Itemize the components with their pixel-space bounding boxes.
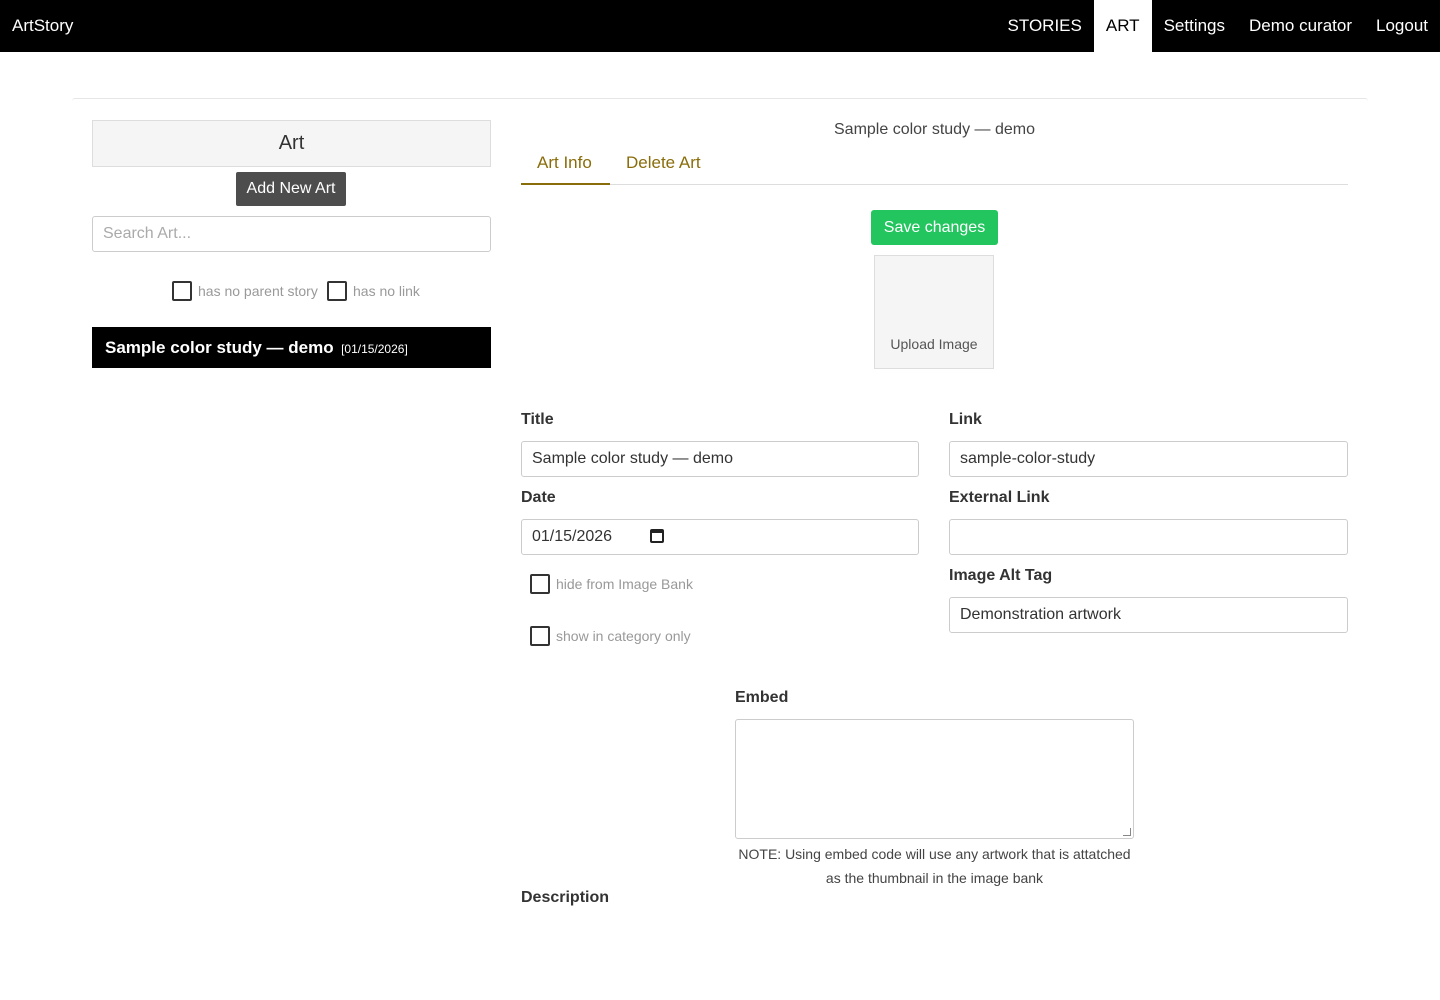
tab-art-info[interactable]: Art Info: [521, 144, 610, 185]
category-only-label: show in category only: [556, 628, 691, 644]
date-input[interactable]: 01/15/2026: [521, 519, 919, 555]
date-value: 01/15/2026: [532, 528, 613, 545]
resize-handle-icon[interactable]: [1123, 828, 1131, 836]
date-label: Date: [521, 489, 556, 506]
art-list-item-title: Sample color study — demo: [105, 338, 334, 357]
top-navbar: ArtStory STORIES ART Settings Demo curat…: [0, 0, 1440, 52]
editor-tabs: Art Info Delete Art: [521, 144, 1348, 185]
hide-image-bank-label: hide from Image Bank: [556, 576, 693, 592]
nav-item-art[interactable]: ART: [1093, 0, 1152, 52]
title-input[interactable]: Sample color study — demo: [521, 441, 919, 477]
no-link-checkbox[interactable]: [327, 281, 347, 301]
embed-label: Embed: [735, 689, 789, 706]
external-link-label: External Link: [949, 489, 1050, 506]
save-changes-button[interactable]: Save changes: [871, 210, 998, 245]
tab-delete-art[interactable]: Delete Art: [610, 144, 717, 185]
add-new-art-button[interactable]: Add New Art: [236, 172, 346, 206]
description-label: Description: [521, 889, 610, 906]
nav-menu: STORIES ART Settings Demo curator Logout: [996, 0, 1440, 52]
upload-image-label: Upload Image: [890, 336, 978, 352]
category-only-checkbox[interactable]: [530, 626, 550, 646]
art-list-item-date: [01/15/2026]: [341, 342, 408, 356]
option-hide-image-bank[interactable]: hide from Image Bank: [530, 574, 693, 594]
external-link-input[interactable]: [949, 519, 1348, 555]
option-category-only[interactable]: show in category only: [530, 626, 691, 646]
image-alt-tag-input[interactable]: Demonstration artwork: [949, 597, 1348, 633]
embed-textarea[interactable]: [735, 719, 1134, 839]
search-art-input[interactable]: [92, 216, 491, 252]
nav-item-user[interactable]: Demo curator: [1237, 0, 1364, 52]
content-divider: [72, 98, 1368, 101]
calendar-icon[interactable]: [650, 529, 664, 543]
title-label: Title: [521, 411, 554, 428]
link-label: Link: [949, 411, 982, 428]
no-parent-story-label: has no parent story: [198, 283, 318, 299]
embed-note: NOTE: Using embed code will use any artw…: [738, 846, 1131, 886]
link-input[interactable]: sample-color-study: [949, 441, 1348, 477]
art-list-item[interactable]: Sample color study — demo [01/15/2026]: [92, 327, 491, 368]
filter-no-parent-story[interactable]: has no parent story: [172, 281, 318, 301]
nav-item-logout[interactable]: Logout: [1364, 0, 1440, 52]
nav-item-settings[interactable]: Settings: [1152, 0, 1237, 52]
no-link-label: has no link: [353, 283, 420, 299]
upload-image-box[interactable]: Upload Image: [874, 255, 994, 369]
brand-logo[interactable]: ArtStory: [12, 0, 73, 52]
filter-no-link[interactable]: has no link: [327, 281, 420, 301]
sidebar-header: Art: [92, 120, 491, 167]
hide-image-bank-checkbox[interactable]: [530, 574, 550, 594]
image-alt-tag-label: Image Alt Tag: [949, 567, 1053, 584]
nav-item-stories[interactable]: STORIES: [996, 0, 1094, 52]
no-parent-story-checkbox[interactable]: [172, 281, 192, 301]
art-heading: Sample color study — demo: [834, 121, 1035, 138]
